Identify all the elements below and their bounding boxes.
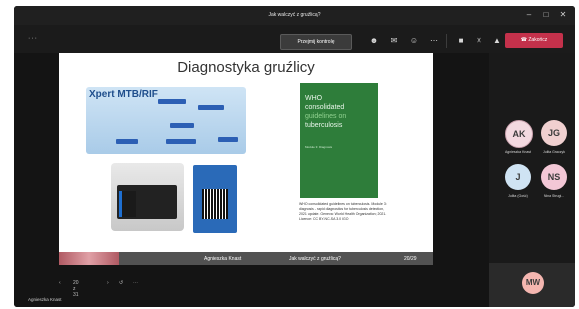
footer-page: 20/29 [404, 256, 417, 262]
box-barcode [202, 189, 228, 219]
citation-caption: WHO consolidated guidelines on tuberculo… [299, 202, 387, 221]
share-icon[interactable]: ▲ [490, 34, 504, 48]
diagram-tag [166, 139, 196, 144]
xpert-diagram: Xpert MTB/RIF [86, 87, 246, 154]
leave-meeting-label: Zakończ [528, 37, 548, 43]
sync-icon[interactable]: ↺ [119, 280, 123, 286]
participant-name: Julita Graczyk [543, 150, 565, 154]
diagram-tag [218, 137, 238, 142]
cover-line: guidelines on [305, 113, 347, 120]
diagram-tag [158, 99, 186, 104]
diagram-tag [116, 139, 138, 144]
avatar[interactable]: AK [505, 120, 533, 148]
slide-footer: Agnieszka Knast Jak walczyć z gruźlicą? … [59, 252, 433, 265]
nav-more-icon[interactable]: ⋯ [133, 280, 138, 286]
mic-off-icon[interactable]: ☓ [472, 34, 486, 48]
minimize-icon[interactable]: – [522, 9, 536, 21]
cover-line: consolidated [305, 104, 345, 111]
next-slide-icon[interactable]: › [107, 280, 109, 286]
diagram-tag [170, 123, 194, 128]
toolbar-divider [446, 34, 447, 48]
presentation-slide: Diagnostyka gruźlicy Xpert MTB/RIF WHO c… [59, 53, 433, 265]
participant-name: Nina Strugi... [543, 194, 565, 198]
avatar[interactable]: NS [541, 164, 567, 190]
avatar[interactable]: JG [541, 120, 567, 146]
leave-meeting-button[interactable]: ☎ Zakończ [505, 33, 563, 48]
footer-author: Agnieszka Knast [204, 256, 242, 262]
participant-name: Agnieszka Knast [504, 150, 532, 154]
people-icon[interactable]: ☻ [367, 34, 381, 48]
device-cartridge [119, 191, 136, 217]
meeting-toolbar: ··· Przejmij kontrolę ☻ ✉ ☺ ⋯ ■ ☓ ▲ ☎ Za… [14, 25, 575, 53]
reactions-icon[interactable]: ☺ [407, 34, 421, 48]
presenter-name: Agnieszka Knast [28, 297, 62, 302]
page-counter: 20 z 31 [73, 280, 79, 298]
window-title: Jak walczyć z gruźlicą? [268, 12, 321, 18]
cover-module: Module 3: Diagnosis [305, 145, 333, 149]
xpert-label: Xpert MTB/RIF [89, 89, 158, 100]
cover-line: WHO [305, 95, 323, 102]
avatar: MW [522, 272, 544, 294]
who-guideline-cover: WHO consolidated guidelines on tuberculo… [300, 83, 378, 198]
take-control-button[interactable]: Przejmij kontrolę [280, 34, 352, 50]
cover-line: tuberculosis [305, 122, 343, 129]
genexpert-device-image [111, 163, 184, 231]
chat-icon[interactable]: ✉ [387, 34, 401, 48]
diagram-tag [198, 105, 224, 110]
more-icon[interactable]: ⋯ [427, 34, 441, 48]
footer-image [59, 252, 119, 265]
shared-content-stage: Diagnostyka gruźlicy Xpert MTB/RIF WHO c… [14, 53, 489, 307]
camera-icon[interactable]: ■ [454, 34, 468, 48]
footer-title: Jak walczyć z gruźlicą? [289, 256, 341, 262]
close-icon[interactable]: ✕ [556, 9, 570, 21]
phone-icon: ☎ [520, 37, 527, 43]
maximize-icon[interactable]: □ [539, 9, 553, 21]
avatar[interactable]: J [505, 164, 531, 190]
participant-name: Julita (Gość) [508, 194, 528, 198]
participants-panel: AK Agnieszka Knast JG Julita Graczyk J J… [489, 53, 575, 307]
slide-title: Diagnostyka gruźlicy [177, 59, 315, 76]
teams-window: Jak walczyć z gruźlicą? – □ ✕ ··· Przejm… [14, 6, 575, 307]
title-bar: Jak walczyć z gruźlicą? – □ ✕ [14, 6, 575, 25]
self-video-tile[interactable]: MW [489, 263, 575, 307]
prev-slide-icon[interactable]: ‹ [59, 280, 61, 286]
test-kit-box-image [193, 165, 237, 233]
more-options-left[interactable]: ··· [28, 35, 38, 42]
